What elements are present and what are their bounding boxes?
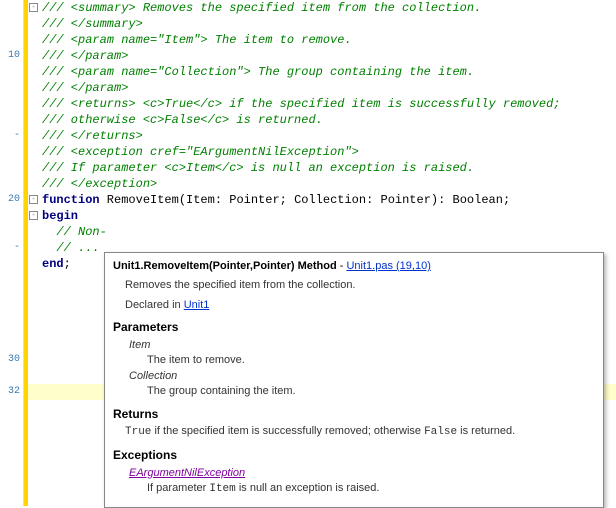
tooltip-source-link[interactable]: Unit1.pas (19,10): [346, 260, 430, 272]
tooltip-param: Collection The group containing the item…: [129, 369, 595, 400]
line-num: [0, 32, 20, 48]
code-line[interactable]: /// </param>: [42, 80, 616, 96]
code-line[interactable]: /// <returns> <c>True</c> if the specifi…: [42, 96, 616, 112]
line-num: 30: [0, 352, 20, 368]
line-num: 10: [0, 48, 20, 64]
code-line[interactable]: // Non-: [42, 224, 616, 240]
fold-toggle-icon[interactable]: -: [29, 195, 38, 204]
line-num: -: [0, 128, 20, 144]
code-line[interactable]: /// <param name="Collection"> The group …: [42, 64, 616, 80]
code-insight-tooltip: Unit1.RemoveItem(Pointer,Pointer) Method…: [104, 252, 604, 508]
code-line[interactable]: function RemoveItem(Item: Pointer; Colle…: [42, 192, 616, 208]
fold-column: - - -: [28, 0, 40, 506]
line-num: [0, 160, 20, 176]
line-num: [0, 112, 20, 128]
kw-end: end: [42, 257, 64, 271]
tooltip-declared-in: Declared in Unit1: [125, 298, 595, 313]
code-line[interactable]: /// <param name="Item"> The item to remo…: [42, 32, 616, 48]
line-num: [0, 208, 20, 224]
tooltip-method-name: Unit1.RemoveItem(Pointer,Pointer) Method: [113, 260, 337, 272]
kw-function: function: [42, 193, 100, 207]
line-num: 32: [0, 384, 20, 400]
line-num: [0, 80, 20, 96]
line-num: [0, 96, 20, 112]
line-num: [0, 304, 20, 320]
line-num: [0, 64, 20, 80]
code-line[interactable]: begin: [42, 208, 616, 224]
line-num: [0, 256, 20, 272]
tooltip-exceptions-heading: Exceptions: [113, 447, 595, 464]
code-line[interactable]: /// </returns>: [42, 128, 616, 144]
code-line[interactable]: /// <exception cref="EArgumentNilExcepti…: [42, 144, 616, 160]
tooltip-summary: Removes the specified item from the coll…: [125, 278, 595, 293]
tooltip-exception: EArgumentNilException If parameter Item …: [129, 466, 595, 498]
exception-desc: If parameter Item is null an exception i…: [147, 481, 595, 497]
line-num: [0, 288, 20, 304]
kw-begin: begin: [42, 209, 78, 223]
line-num: [0, 368, 20, 384]
tooltip-param: Item The item to remove.: [129, 338, 595, 369]
line-num: [0, 0, 20, 16]
line-num: [0, 144, 20, 160]
line-num: [0, 224, 20, 240]
tooltip-title: Unit1.RemoveItem(Pointer,Pointer) Method…: [113, 259, 595, 274]
param-name: Collection: [129, 369, 595, 384]
fold-toggle-icon[interactable]: -: [29, 3, 38, 12]
param-desc: The item to remove.: [147, 353, 595, 368]
code-line[interactable]: /// </summary>: [42, 16, 616, 32]
tooltip-unit-link[interactable]: Unit1: [184, 299, 210, 311]
line-num: 20: [0, 192, 20, 208]
fold-toggle-icon[interactable]: -: [29, 211, 38, 220]
tooltip-returns-heading: Returns: [113, 406, 595, 423]
code-line[interactable]: /// <summary> Removes the specified item…: [42, 0, 616, 16]
tooltip-returns: True if the specified item is successful…: [125, 424, 595, 440]
line-num: [0, 176, 20, 192]
param-name: Item: [129, 338, 595, 353]
code-line[interactable]: /// </param>: [42, 48, 616, 64]
tooltip-params-heading: Parameters: [113, 319, 595, 336]
code-line[interactable]: /// If parameter <c>Item</c> is null an …: [42, 160, 616, 176]
line-num: [0, 336, 20, 352]
param-desc: The group containing the item.: [147, 384, 595, 399]
exception-link[interactable]: EArgumentNilException: [129, 467, 245, 479]
line-gutter: 10 - 20 - 30 32: [0, 0, 24, 506]
code-line[interactable]: /// </exception>: [42, 176, 616, 192]
code-line[interactable]: /// otherwise <c>False</c> is returned.: [42, 112, 616, 128]
line-num: [0, 272, 20, 288]
line-num: [0, 320, 20, 336]
fn-name: RemoveItem: [100, 193, 179, 207]
line-num: -: [0, 240, 20, 256]
line-num: [0, 16, 20, 32]
